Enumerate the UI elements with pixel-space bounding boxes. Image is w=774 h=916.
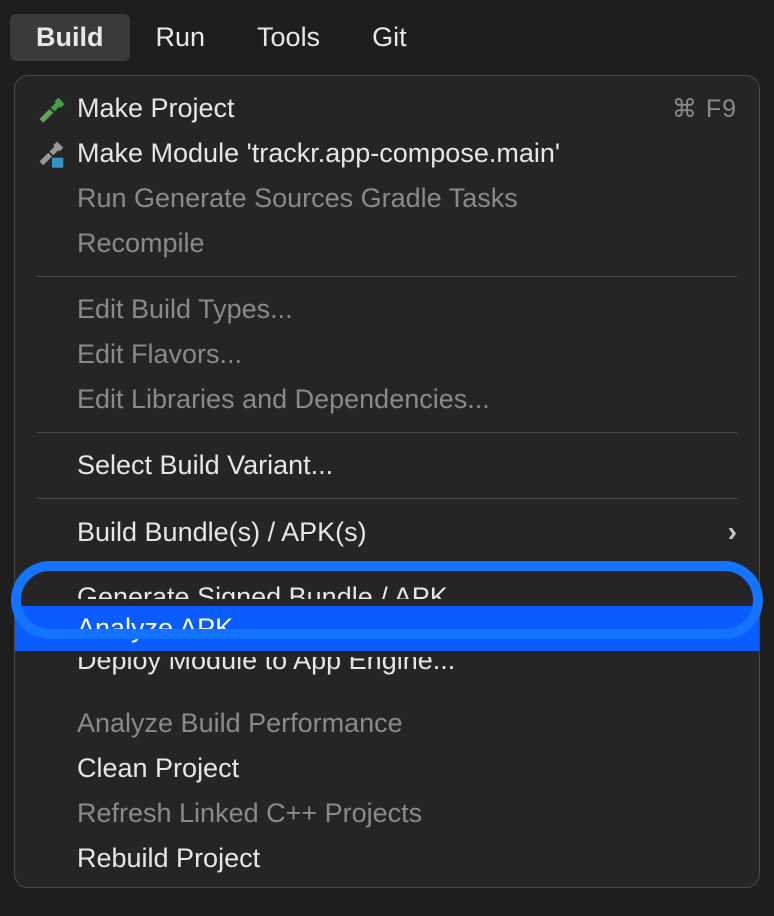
menu-label: Analyze Build Performance bbox=[77, 708, 403, 739]
menu-edit-flavors: Edit Flavors... bbox=[15, 332, 759, 377]
menu-edit-build-types: Edit Build Types... bbox=[15, 287, 759, 332]
menu-refresh-cpp: Refresh Linked C++ Projects bbox=[15, 791, 759, 836]
menu-generate-signed[interactable]: Generate Signed Bundle / APK... bbox=[15, 555, 759, 599]
menu-label: Clean Project bbox=[77, 753, 239, 784]
menu-label: Make Project bbox=[77, 93, 235, 124]
menubar: Build Run Tools Git bbox=[0, 0, 774, 71]
shortcut-label: ⌘ F9 bbox=[672, 94, 737, 124]
menu-label: Make Module 'trackr.app-compose.main' bbox=[77, 138, 560, 169]
menu-label: Build Bundle(s) / APK(s) bbox=[77, 517, 367, 548]
menu-deploy-module[interactable]: Deploy Module to App Engine... bbox=[15, 657, 759, 701]
menu-run-generate: Run Generate Sources Gradle Tasks bbox=[15, 176, 759, 221]
menu-label: Run Generate Sources Gradle Tasks bbox=[77, 183, 518, 214]
menu-separator bbox=[37, 498, 737, 499]
menu-label: Select Build Variant... bbox=[77, 450, 333, 481]
menu-label: Edit Flavors... bbox=[77, 339, 242, 370]
menu-make-project[interactable]: Make Project ⌘ F9 bbox=[15, 86, 759, 131]
hammer-module-icon bbox=[37, 139, 77, 169]
menubar-git[interactable]: Git bbox=[346, 14, 433, 61]
menubar-build[interactable]: Build bbox=[10, 14, 130, 61]
menu-label: Analyze APK... bbox=[77, 613, 256, 644]
menu-build-bundles[interactable]: Build Bundle(s) / APK(s) › bbox=[15, 509, 759, 555]
hammer-icon bbox=[37, 94, 77, 124]
menu-label: Generate Signed Bundle / APK... bbox=[77, 582, 470, 599]
menu-make-module[interactable]: Make Module 'trackr.app-compose.main' bbox=[15, 131, 759, 176]
menubar-tools[interactable]: Tools bbox=[231, 14, 346, 61]
menubar-run[interactable]: Run bbox=[130, 14, 232, 61]
menu-clean-project[interactable]: Clean Project bbox=[15, 746, 759, 791]
menu-separator bbox=[37, 276, 737, 277]
menu-label: Edit Build Types... bbox=[77, 294, 293, 325]
menu-recompile: Recompile bbox=[15, 221, 759, 266]
build-dropdown: Make Project ⌘ F9 Make Module 'trackr.ap… bbox=[14, 75, 760, 888]
menu-separator bbox=[37, 432, 737, 433]
menu-label: Rebuild Project bbox=[77, 843, 260, 874]
menu-label: Edit Libraries and Dependencies... bbox=[77, 384, 490, 415]
menu-label: Recompile bbox=[77, 228, 205, 259]
menu-analyze-build-perf: Analyze Build Performance bbox=[15, 701, 759, 746]
menu-analyze-apk[interactable]: Analyze APK... bbox=[15, 606, 759, 651]
menu-label: Deploy Module to App Engine... bbox=[77, 657, 455, 676]
menu-select-variant[interactable]: Select Build Variant... bbox=[15, 443, 759, 488]
menu-edit-libs: Edit Libraries and Dependencies... bbox=[15, 377, 759, 422]
chevron-right-icon: › bbox=[728, 516, 737, 548]
menu-label: Refresh Linked C++ Projects bbox=[77, 798, 422, 829]
menu-rebuild-project[interactable]: Rebuild Project bbox=[15, 836, 759, 881]
